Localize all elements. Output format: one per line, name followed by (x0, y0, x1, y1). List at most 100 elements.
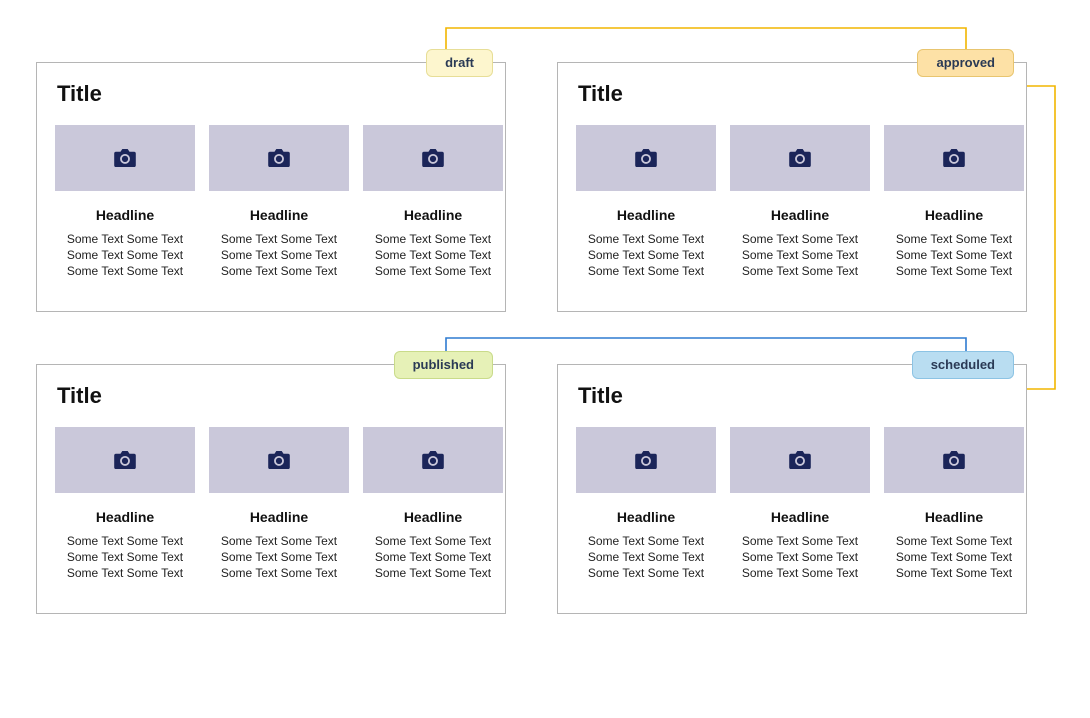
status-badge-approved: approved (917, 49, 1014, 77)
card-headline: Headline (884, 207, 1024, 223)
card-row: Headline Some Text Some Text Some Text S… (576, 125, 1016, 280)
panel-approved: approved Title Headline Some Text Some T… (557, 62, 1027, 312)
card-headline: Headline (363, 207, 503, 223)
card-headline: Headline (209, 509, 349, 525)
image-placeholder (884, 427, 1024, 493)
panel-published: published Title Headline Some Text Some … (36, 364, 506, 614)
card-row: Headline Some Text Some Text Some Text S… (55, 427, 495, 582)
card-line: Some Text Some Text (363, 565, 503, 581)
panel-scheduled: scheduled Title Headline Some Text Some … (557, 364, 1027, 614)
status-badge-published: published (394, 351, 493, 379)
card-headline: Headline (576, 509, 716, 525)
image-placeholder (209, 427, 349, 493)
card-line: Some Text Some Text (55, 263, 195, 279)
card-line: Some Text Some Text (576, 231, 716, 247)
card-line: Some Text Some Text (55, 549, 195, 565)
image-placeholder (730, 427, 870, 493)
camera-icon (789, 149, 811, 167)
card-line: Some Text Some Text (576, 549, 716, 565)
card-line: Some Text Some Text (730, 549, 870, 565)
panel-title: Title (576, 81, 1016, 107)
camera-icon (268, 149, 290, 167)
panel-title: Title (55, 383, 495, 409)
camera-icon (114, 451, 136, 469)
diagram-canvas: draft Title Headline Some Text Some Text… (0, 0, 1090, 718)
card-line: Some Text Some Text (730, 565, 870, 581)
card-line: Some Text Some Text (209, 263, 349, 279)
content-card: Headline Some Text Some Text Some Text S… (209, 427, 349, 582)
panel-title: Title (55, 81, 495, 107)
card-line: Some Text Some Text (576, 533, 716, 549)
card-line: Some Text Some Text (209, 533, 349, 549)
content-card: Headline Some Text Some Text Some Text S… (576, 427, 716, 582)
image-placeholder (730, 125, 870, 191)
card-line: Some Text Some Text (884, 565, 1024, 581)
status-badge-scheduled: scheduled (912, 351, 1014, 379)
card-line: Some Text Some Text (55, 231, 195, 247)
card-headline: Headline (363, 509, 503, 525)
image-placeholder (55, 125, 195, 191)
card-line: Some Text Some Text (55, 247, 195, 263)
card-line: Some Text Some Text (363, 263, 503, 279)
card-line: Some Text Some Text (576, 247, 716, 263)
camera-icon (422, 451, 444, 469)
content-card: Headline Some Text Some Text Some Text S… (55, 427, 195, 582)
image-placeholder (884, 125, 1024, 191)
camera-icon (635, 451, 657, 469)
camera-icon (943, 149, 965, 167)
card-headline: Headline (730, 207, 870, 223)
content-card: Headline Some Text Some Text Some Text S… (884, 125, 1024, 280)
card-line: Some Text Some Text (363, 549, 503, 565)
card-line: Some Text Some Text (730, 231, 870, 247)
image-placeholder (55, 427, 195, 493)
card-row: Headline Some Text Some Text Some Text S… (576, 427, 1016, 582)
camera-icon (635, 149, 657, 167)
content-card: Headline Some Text Some Text Some Text S… (363, 125, 503, 280)
content-card: Headline Some Text Some Text Some Text S… (209, 125, 349, 280)
panel-draft: draft Title Headline Some Text Some Text… (36, 62, 506, 312)
card-line: Some Text Some Text (884, 533, 1024, 549)
card-line: Some Text Some Text (884, 549, 1024, 565)
card-line: Some Text Some Text (884, 263, 1024, 279)
content-card: Headline Some Text Some Text Some Text S… (730, 427, 870, 582)
content-card: Headline Some Text Some Text Some Text S… (363, 427, 503, 582)
card-line: Some Text Some Text (730, 247, 870, 263)
arrow-scheduled-to-published (446, 338, 966, 364)
card-line: Some Text Some Text (363, 247, 503, 263)
content-card: Headline Some Text Some Text Some Text S… (55, 125, 195, 280)
card-line: Some Text Some Text (209, 231, 349, 247)
card-line: Some Text Some Text (55, 565, 195, 581)
card-line: Some Text Some Text (730, 533, 870, 549)
image-placeholder (363, 427, 503, 493)
card-line: Some Text Some Text (730, 263, 870, 279)
card-headline: Headline (576, 207, 716, 223)
image-placeholder (576, 427, 716, 493)
card-headline: Headline (884, 509, 1024, 525)
card-line: Some Text Some Text (363, 231, 503, 247)
card-line: Some Text Some Text (209, 549, 349, 565)
panel-title: Title (576, 383, 1016, 409)
card-line: Some Text Some Text (363, 533, 503, 549)
content-card: Headline Some Text Some Text Some Text S… (576, 125, 716, 280)
image-placeholder (576, 125, 716, 191)
content-card: Headline Some Text Some Text Some Text S… (730, 125, 870, 280)
camera-icon (943, 451, 965, 469)
card-line: Some Text Some Text (884, 247, 1024, 263)
camera-icon (114, 149, 136, 167)
card-line: Some Text Some Text (209, 565, 349, 581)
card-line: Some Text Some Text (884, 231, 1024, 247)
status-badge-draft: draft (426, 49, 493, 77)
card-line: Some Text Some Text (209, 247, 349, 263)
card-line: Some Text Some Text (576, 263, 716, 279)
arrow-draft-to-approved (446, 28, 966, 62)
camera-icon (268, 451, 290, 469)
card-headline: Headline (730, 509, 870, 525)
card-row: Headline Some Text Some Text Some Text S… (55, 125, 495, 280)
image-placeholder (209, 125, 349, 191)
card-line: Some Text Some Text (55, 533, 195, 549)
image-placeholder (363, 125, 503, 191)
card-headline: Headline (55, 207, 195, 223)
card-headline: Headline (209, 207, 349, 223)
card-headline: Headline (55, 509, 195, 525)
camera-icon (422, 149, 444, 167)
